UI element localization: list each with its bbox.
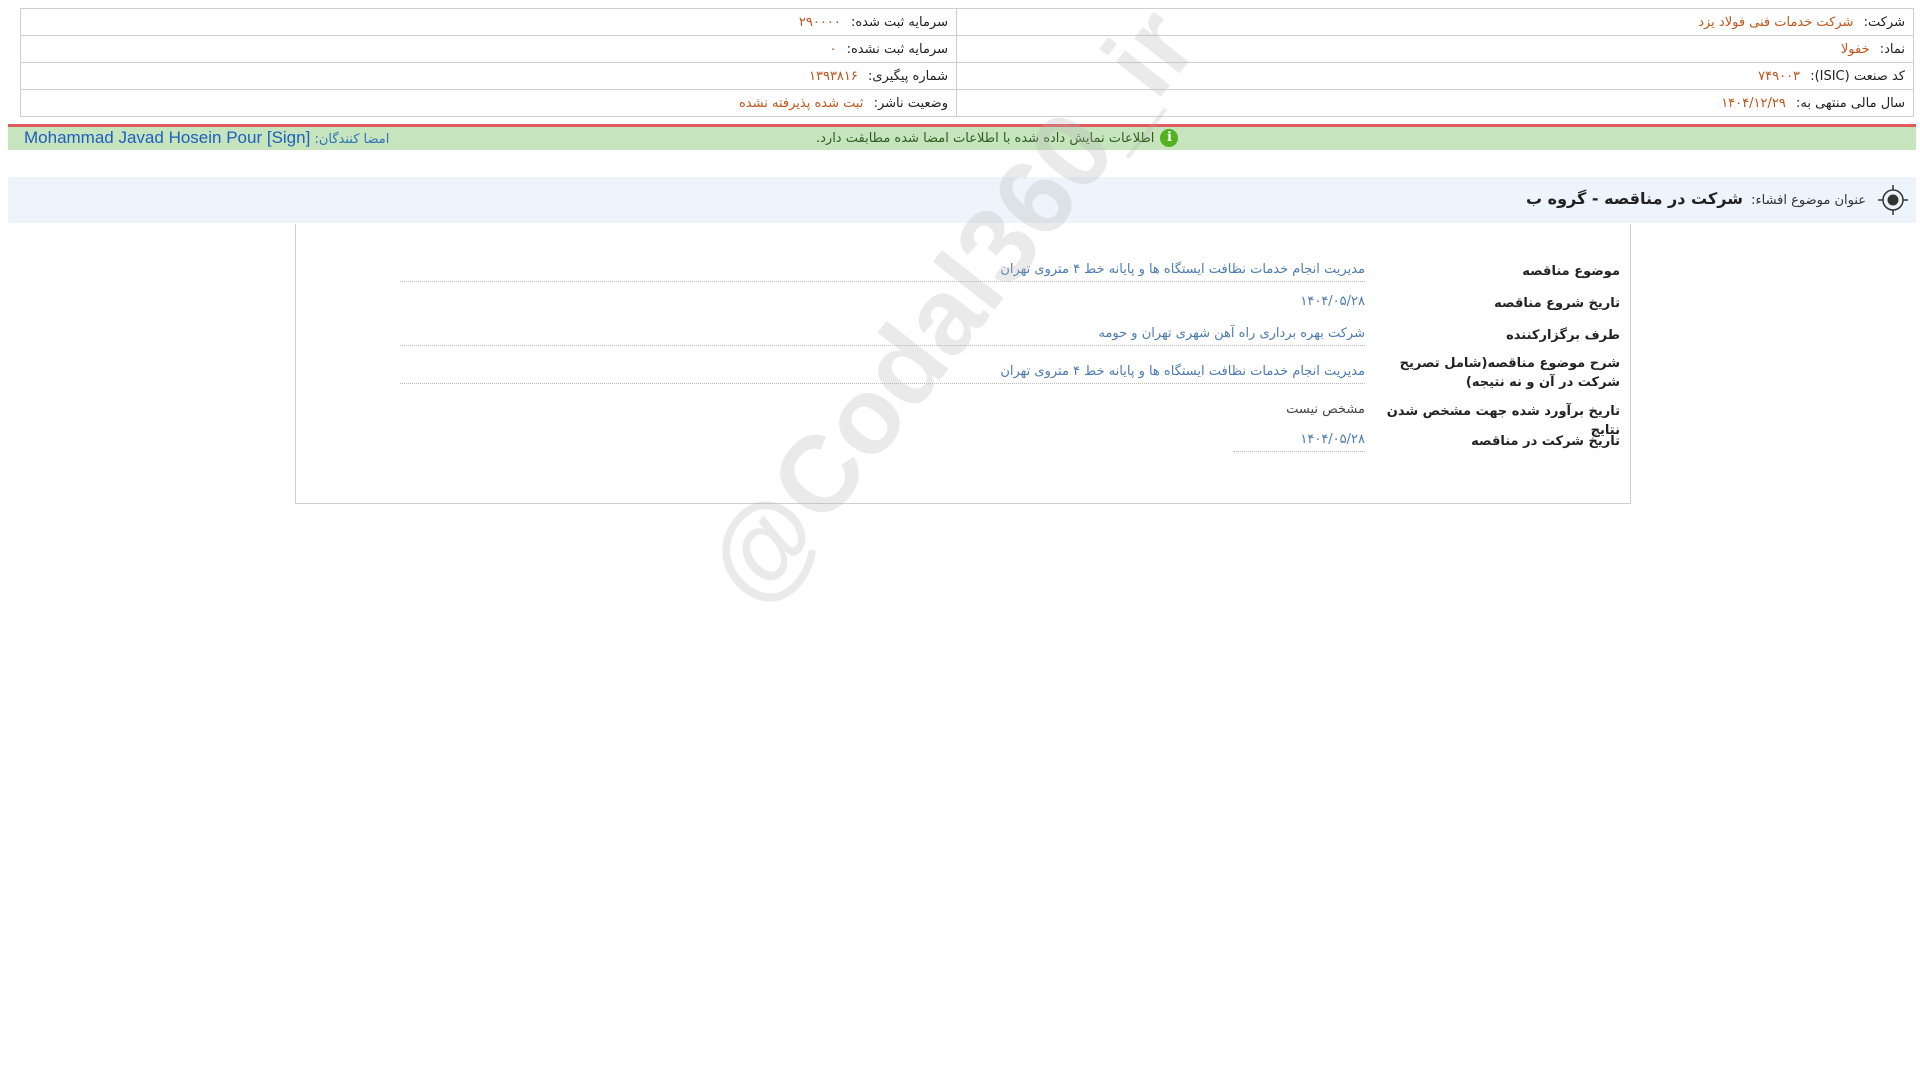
fiscal-year-cell: سال مالی منتهی به: ۱۴۰۴/۱۲/۲۹ [956, 89, 1914, 117]
info-circle-icon: i [1160, 129, 1179, 147]
tracking-value: ۱۳۹۳۸۱۶ [809, 68, 858, 84]
company-label: شرکت: [1863, 14, 1905, 30]
detail-label: موضوع مناقصه [1522, 264, 1620, 279]
detail-row-organizer: طرف برگزارکننده شرکت بهره برداری راه آهن… [390, 326, 1620, 352]
signature-match-message: اطلاعات نمایش داده شده با اطلاعات امضا ش… [816, 130, 1155, 146]
tender-details: موضوع مناقصه مدیریت انجام خدمات نظافت ای… [295, 224, 1631, 504]
symbol-value: خفولا [1840, 41, 1870, 57]
fiscal-year-value: ۱۴۰۴/۱۲/۲۹ [1721, 95, 1786, 111]
subject-bar: عنوان موضوع افشاء: شرکت در مناقصه - گروه… [8, 177, 1916, 223]
detail-value: مدیریت انجام خدمات نظافت ایستگاه ها و پا… [400, 262, 1365, 282]
signature-match: i اطلاعات نمایش داده شده با اطلاعات امضا… [816, 129, 1179, 147]
info-row: سال مالی منتهی به: ۱۴۰۴/۱۲/۲۹ وضعیت ناشر… [20, 89, 1914, 117]
signers-label: امضا کنندگان: [314, 132, 390, 147]
detail-row-result-date: تاریخ برآورد شده جهت مشخص شدن نتایج مشخص… [390, 402, 1620, 438]
company-value: شرکت خدمات فنی فولاد یزد [1698, 14, 1854, 30]
detail-label: تاریخ شروع مناقصه [1494, 296, 1620, 311]
signers: امضا کنندگان: Mohammad Javad Hosein Pour… [24, 128, 389, 148]
detail-row-start-date: تاریخ شروع مناقصه ۱۴۰۴/۰۵/۲۸ [390, 294, 1620, 320]
detail-value: مدیریت انجام خدمات نظافت ایستگاه ها و پا… [400, 364, 1365, 384]
tracking-label: شماره پیگیری: [868, 68, 948, 84]
info-row: شرکت: شرکت خدمات فنی فولاد یزد سرمایه ثب… [20, 8, 1914, 36]
symbol-cell: نماد: خفولا [956, 35, 1914, 63]
symbol-label: نماد: [1879, 41, 1905, 57]
company-info-table: شرکت: شرکت خدمات فنی فولاد یزد سرمایه ثب… [20, 8, 1914, 117]
detail-label: طرف برگزارکننده [1506, 328, 1620, 343]
detail-value: ۱۴۰۴/۰۵/۲۸ [1300, 294, 1365, 309]
registered-capital-cell: سرمایه ثبت شده: ۲۹۰۰۰۰ [20, 8, 957, 36]
signer-name-link[interactable]: Mohammad Javad Hosein Pour [Sign] [24, 128, 310, 147]
publisher-status-label: وضعیت ناشر: [873, 95, 948, 111]
crosshair-target-icon [1878, 185, 1908, 215]
publisher-status-value: ثبت شده پذیرفته نشده [739, 95, 864, 111]
signature-bar: امضا کنندگان: Mohammad Javad Hosein Pour… [8, 124, 1916, 150]
info-row: کد صنعت (ISIC): ۷۴۹۰۰۳ شماره پیگیری: ۱۳۹… [20, 62, 1914, 90]
detail-row-subject: موضوع مناقصه مدیریت انجام خدمات نظافت ای… [390, 262, 1620, 288]
detail-value: مشخص نیست [1286, 402, 1365, 417]
company-cell: شرکت: شرکت خدمات فنی فولاد یزد [956, 8, 1914, 36]
tracking-cell: شماره پیگیری: ۱۳۹۳۸۱۶ [20, 62, 957, 90]
detail-value: ۱۴۰۴/۰۵/۲۸ [1233, 432, 1365, 452]
fiscal-year-label: سال مالی منتهی به: [1795, 95, 1905, 111]
registered-capital-value: ۲۹۰۰۰۰ [798, 14, 841, 30]
isic-value: ۷۴۹۰۰۳ [1758, 68, 1801, 84]
unregistered-capital-cell: سرمایه ثبت نشده: ۰ [20, 35, 957, 63]
detail-row-participation-date: تاریخ شرکت در مناقصه ۱۴۰۴/۰۵/۲۸ [390, 432, 1620, 458]
detail-row-description: شرح موضوع مناقصه(شامل تصریح شرکت در آن و… [390, 354, 1620, 394]
info-row: نماد: خفولا سرمایه ثبت نشده: ۰ [20, 35, 1914, 63]
subject-title: عنوان موضوع افشاء: شرکت در مناقصه - گروه… [1526, 189, 1866, 208]
registered-capital-label: سرمایه ثبت شده: [850, 14, 948, 30]
isic-cell: کد صنعت (ISIC): ۷۴۹۰۰۳ [956, 62, 1914, 90]
subject-value: شرکت در مناقصه - گروه ب [1526, 189, 1743, 208]
detail-value: شرکت بهره برداری راه آهن شهری تهران و حو… [400, 326, 1365, 346]
detail-label: شرح موضوع مناقصه(شامل تصریح شرکت در آن و… [1399, 356, 1620, 390]
unregistered-capital-label: سرمایه ثبت نشده: [846, 41, 948, 57]
subject-label: عنوان موضوع افشاء: [1751, 193, 1866, 208]
detail-label: تاریخ شرکت در مناقصه [1471, 434, 1620, 449]
isic-label: کد صنعت (ISIC): [1810, 68, 1905, 84]
publisher-status-cell: وضعیت ناشر: ثبت شده پذیرفته نشده [20, 89, 957, 117]
unregistered-capital-value: ۰ [829, 41, 837, 57]
